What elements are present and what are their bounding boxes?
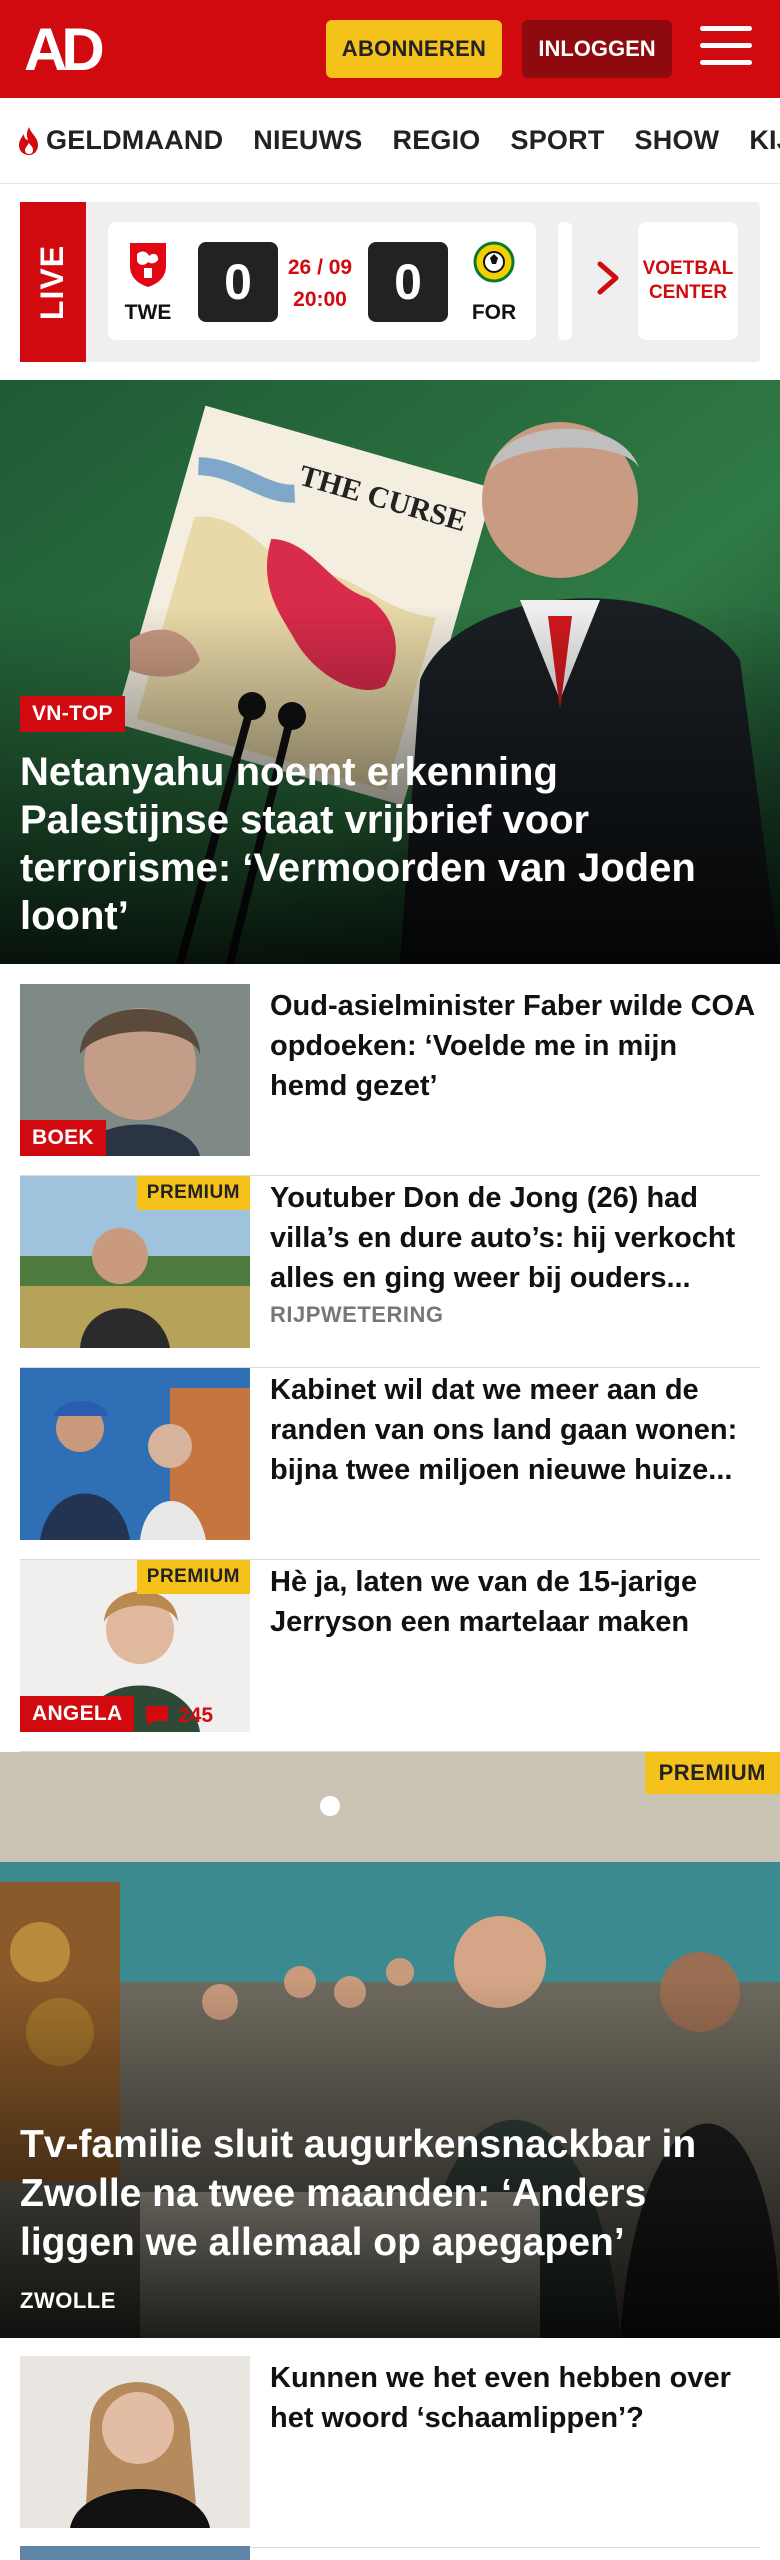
hero-tag[interactable]: VN-TOP: [20, 696, 125, 732]
chevron-right-icon[interactable]: [594, 260, 622, 296]
flame-icon: [19, 126, 38, 155]
subscribe-button[interactable]: ABONNEREN: [326, 20, 502, 78]
nav-label: GELDMAAND: [46, 125, 224, 155]
premium-badge: PREMIUM: [644, 1752, 780, 1794]
nav-item-geldmaand[interactable]: GELDMAAND: [16, 125, 223, 156]
comment-icon: [146, 1706, 168, 1726]
nav-item-regio[interactable]: REGIO: [393, 125, 481, 156]
live-label: LIVE: [20, 202, 86, 362]
article-title[interactable]: Hè ja, laten we van de 15-jarige Jerryso…: [270, 1562, 760, 1642]
nav-item-nieuws[interactable]: NIEUWS: [253, 125, 362, 156]
voetbal-center-link[interactable]: VOETBAL CENTER: [638, 222, 738, 340]
list-item[interactable]: Kunnen we het even hebben over het woord…: [20, 2356, 760, 2548]
article-title[interactable]: Kabinet wil dat we meer aan de randen va…: [270, 1370, 760, 1490]
article-list: BOEK Oud-asielminister Faber wilde COA o…: [20, 984, 760, 1752]
feature-location: ZWOLLE: [20, 2288, 116, 2313]
away-team: FOR: [464, 240, 524, 325]
article-list-2: Kunnen we het even hebben over het woord…: [20, 2356, 760, 2548]
list-item[interactable]: PREMIUM Youtuber Don de Jong (26) had vi…: [20, 1176, 760, 1368]
fortuna-crest-icon: [473, 241, 515, 283]
feature-article[interactable]: PREMIUM Tv-familie sluit augurkensnackba…: [0, 1752, 780, 2338]
ad-logo[interactable]: AD: [24, 18, 116, 78]
feature-title[interactable]: Tv-familie sluit augurkensnackbar in Zwo…: [20, 2120, 760, 2267]
premium-badge: PREMIUM: [136, 1176, 250, 1210]
next-match-card-stub[interactable]: [558, 222, 572, 340]
list-item[interactable]: PREMIUM ANGELA 245 Hè ja, laten we van d…: [20, 1560, 760, 1752]
top-header: AD ABONNEREN INLOGGEN: [0, 0, 780, 98]
hero-title[interactable]: Netanyahu noemt erkenning Palestijnse st…: [20, 748, 760, 940]
kabinet-photo: [20, 1368, 250, 1540]
login-button[interactable]: INLOGGEN: [522, 20, 672, 78]
nav-item-show[interactable]: SHOW: [635, 125, 720, 156]
live-scores-strip: LIVE TWE 0 26 / 09 20:00 0 FOR VOETBAL C…: [20, 202, 760, 362]
article-thumbnail[interactable]: PREMIUM: [20, 1176, 250, 1348]
home-team-abbr: TWE: [124, 301, 172, 324]
nav-item-kijk[interactable]: KIJK: [749, 125, 780, 156]
match-card[interactable]: TWE 0 26 / 09 20:00 0 FOR: [108, 222, 536, 340]
article-thumbnail[interactable]: BOEK: [20, 984, 250, 1156]
away-score: 0: [368, 242, 448, 322]
logo-text: AD: [24, 18, 102, 78]
section-nav: GELDMAAND NIEUWS REGIO SPORT SHOW KIJK: [0, 98, 780, 184]
article-location: RIJPWETERING: [270, 1302, 444, 1327]
home-team: TWE: [118, 240, 178, 325]
premium-badge: PREMIUM: [136, 1560, 250, 1594]
article-thumbnail[interactable]: PREMIUM ANGELA 245: [20, 1560, 250, 1732]
next-list-item-peek: [20, 2546, 760, 2560]
hero-article[interactable]: THE CURSE VN-TOP Netanyahu noemt erkenni…: [0, 380, 780, 964]
columnist-photo: [20, 2356, 250, 2528]
home-score: 0: [198, 242, 278, 322]
article-thumbnail[interactable]: [20, 1368, 250, 1540]
article-thumbnail[interactable]: [20, 2356, 250, 2528]
hamburger-menu-icon[interactable]: [700, 26, 752, 70]
article-tag[interactable]: BOEK: [20, 1120, 106, 1156]
article-tag[interactable]: ANGELA: [20, 1696, 135, 1732]
comment-count-value: 245: [178, 1704, 214, 1727]
nav-item-sport[interactable]: SPORT: [511, 125, 605, 156]
match-time: 20:00: [293, 288, 347, 311]
twente-crest-icon: [130, 243, 166, 287]
match-date: 26 / 09: [287, 256, 353, 279]
away-team-abbr: FOR: [471, 301, 517, 324]
article-title[interactable]: Youtuber Don de Jong (26) had villa’s en…: [270, 1178, 760, 1298]
article-title[interactable]: Kunnen we het even hebben over het woord…: [270, 2358, 760, 2438]
list-item[interactable]: BOEK Oud-asielminister Faber wilde COA o…: [20, 984, 760, 1176]
match-datetime: 26 / 09 20:00: [280, 252, 360, 316]
article-title[interactable]: Oud-asielminister Faber wilde COA opdoek…: [270, 986, 760, 1106]
list-item[interactable]: Kabinet wil dat we meer aan de randen va…: [20, 1368, 760, 1560]
comment-count[interactable]: 245: [144, 1704, 213, 1728]
